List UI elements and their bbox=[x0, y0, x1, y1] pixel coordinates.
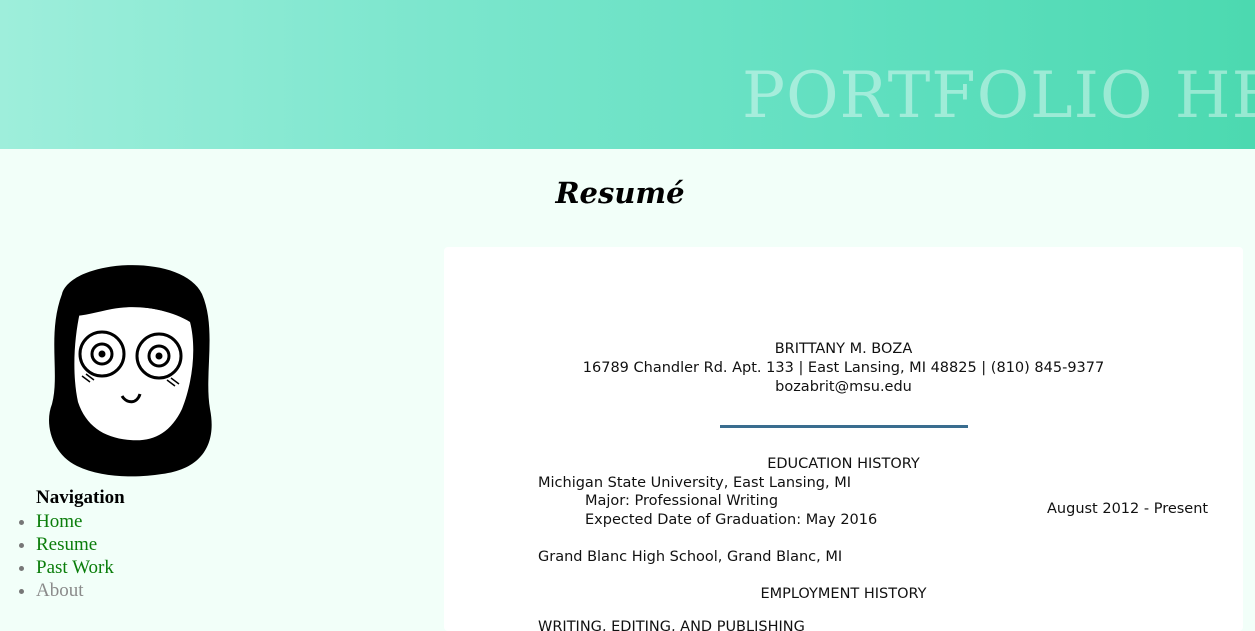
nav-link-past-work[interactable]: Past Work bbox=[36, 557, 114, 578]
portfolio-header-banner: PORTFOLIO HE bbox=[0, 0, 1255, 149]
education-graduation: Expected Date of Graduation: May 2016 bbox=[585, 512, 878, 528]
nav-link-about[interactable]: About bbox=[36, 580, 84, 601]
resume-email: bozabrit@msu.edu bbox=[775, 379, 912, 395]
nav-item-about: About bbox=[36, 579, 114, 602]
nav-item-home: Home bbox=[36, 510, 114, 533]
employment-heading: EMPLOYMENT HISTORY bbox=[760, 586, 927, 602]
education-major: Major: Professional Writing bbox=[585, 493, 779, 509]
header-title: PORTFOLIO HE bbox=[742, 59, 1255, 133]
resume-address: 16789 Chandler Rd. Apt. 133 | East Lansi… bbox=[582, 360, 1105, 376]
education-school-high-school: Grand Blanc High School, Grand Blanc, MI bbox=[538, 549, 843, 565]
nav-link-resume[interactable]: Resume bbox=[36, 534, 97, 555]
page-title: Resumé bbox=[555, 176, 685, 210]
resume-name: BRITTANY M. BOZA bbox=[774, 341, 913, 357]
navigation-heading: Navigation bbox=[36, 487, 125, 508]
resume-divider bbox=[720, 425, 968, 428]
education-school-msu: Michigan State University, East Lansing,… bbox=[538, 475, 852, 491]
nav-item-resume: Resume bbox=[36, 533, 114, 556]
resume-document: BRITTANY M. BOZA 16789 Chandler Rd. Apt.… bbox=[444, 247, 1243, 631]
education-date-range: August 2012 - Present bbox=[1047, 501, 1209, 517]
avatar-illustration bbox=[49, 265, 212, 477]
navigation-list: Home Resume Past Work About bbox=[0, 510, 114, 602]
nav-item-past-work: Past Work bbox=[36, 556, 114, 579]
education-heading: EDUCATION HISTORY bbox=[767, 456, 920, 472]
nav-link-home[interactable]: Home bbox=[36, 511, 82, 532]
employment-job-title: WRITING, EDITING, AND PUBLISHING bbox=[538, 619, 805, 631]
